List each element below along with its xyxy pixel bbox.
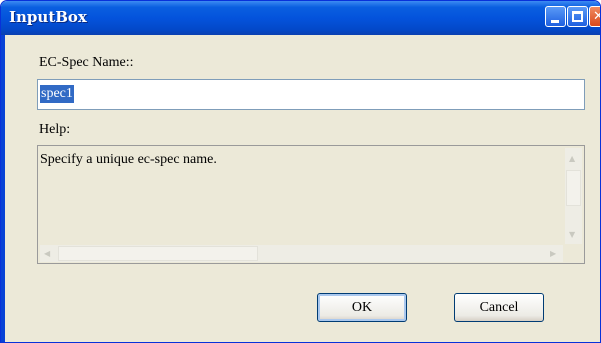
window-left-border (1, 35, 5, 342)
horizontal-scrollbar[interactable]: ◀ ▶ (40, 245, 563, 262)
inputbox-dialog: InputBox ✕ EC-Spec Name:: spec1 Help: Sp… (0, 0, 601, 343)
vertical-scroll-thumb[interactable] (566, 170, 581, 206)
maximize-button[interactable] (567, 6, 588, 27)
help-textarea[interactable]: Specify a unique ec-spec name. ▲ ▼ ◀ ▶ (37, 145, 585, 264)
cancel-button[interactable]: Cancel (454, 293, 544, 322)
scrollbar-corner (565, 245, 582, 262)
close-icon: ✕ (593, 9, 600, 24)
help-text: Specify a unique ec-spec name. (40, 152, 217, 167)
maximize-icon (572, 11, 583, 22)
horizontal-scroll-thumb[interactable] (58, 246, 258, 261)
minimize-button[interactable] (545, 6, 566, 27)
scroll-up-arrow-icon[interactable]: ▲ (569, 154, 575, 163)
ec-spec-name-value: spec1 (40, 85, 74, 103)
help-label: Help: (39, 122, 71, 137)
ec-spec-name-label: EC-Spec Name:: (39, 55, 134, 70)
ok-button[interactable]: OK (317, 293, 407, 322)
vertical-scrollbar[interactable]: ▲ ▼ (565, 148, 582, 244)
minimize-icon (551, 20, 559, 23)
window-title: InputBox (9, 8, 87, 26)
ec-spec-name-input[interactable]: spec1 (37, 79, 585, 110)
title-bar[interactable]: InputBox ✕ (1, 1, 600, 35)
scroll-right-arrow-icon[interactable]: ▶ (550, 249, 556, 258)
close-button[interactable]: ✕ (589, 6, 600, 27)
scroll-left-arrow-icon[interactable]: ◀ (44, 249, 50, 258)
scroll-down-arrow-icon[interactable]: ▼ (569, 230, 575, 239)
